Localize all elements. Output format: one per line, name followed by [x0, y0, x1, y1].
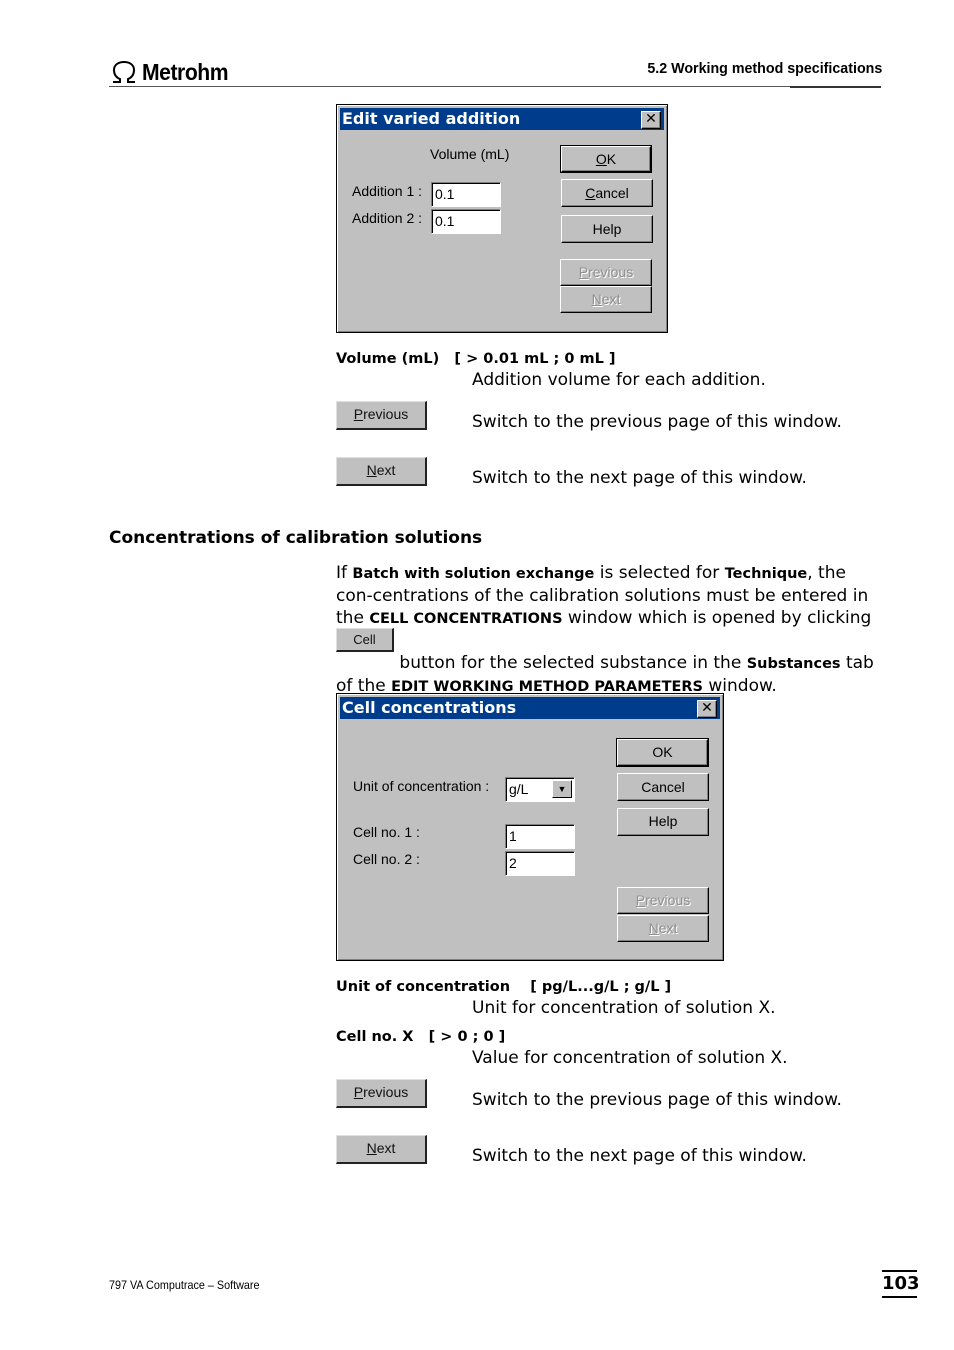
volume-param-label: Volume (mL) [ > 0.01 mL ; 0 mL ] — [336, 351, 616, 367]
cancel-mnemonic: C — [585, 185, 596, 201]
help-button[interactable]: Help — [561, 215, 653, 243]
next-mnemonic: N — [366, 1140, 377, 1156]
dialog-title: Cell concentrations — [342, 698, 517, 717]
section-title: 5.2 Working method specifications — [647, 60, 882, 77]
previous-button[interactable]: Previous — [617, 887, 709, 914]
previous-label: revious — [363, 1084, 409, 1100]
dialog-titlebar: Edit varied addition ✕ — [340, 108, 664, 130]
brand-name: Metrohm — [142, 58, 229, 85]
previous-label: revious — [588, 264, 634, 280]
unit-param-desc: Unit for concentration of solution X. — [472, 998, 776, 1018]
next-label: ext — [376, 462, 396, 478]
cancel-button[interactable]: Cancel — [617, 773, 709, 801]
chevron-down-icon: ▼ — [557, 784, 567, 794]
dialog-titlebar: Cell concentrations ✕ — [340, 697, 720, 719]
cell-1-label: Cell no. 1 : — [353, 824, 420, 840]
page-number: 103 — [882, 1270, 920, 1298]
para-bold-term: CELL CONCENTRATIONS — [369, 611, 563, 627]
previous-mnemonic: P — [353, 1084, 364, 1100]
para-text: is selected for — [594, 563, 725, 583]
addition-2-input[interactable]: 0.1 — [431, 209, 501, 234]
addition-2-label: Addition 2 : — [352, 210, 423, 226]
next-button[interactable]: Next — [617, 915, 709, 942]
ok-label: K — [606, 151, 617, 167]
footer-product: 797 VA Computrace – Software — [109, 1278, 260, 1292]
cell-1-input[interactable]: 1 — [505, 824, 575, 849]
unit-select[interactable]: g/L ▼ — [505, 777, 575, 802]
next-button-illustration: Next — [336, 1135, 427, 1164]
previous-button-illustration: Previous — [336, 1079, 427, 1108]
previous-button-illustration: Previous — [336, 401, 427, 430]
next-label: ext — [601, 291, 621, 307]
ok-mnemonic: O — [595, 151, 607, 167]
para-bold-term: Batch with solution exchange — [352, 566, 595, 582]
previous-desc: Switch to the previous page of this wind… — [472, 1090, 842, 1110]
next-mnemonic: N — [366, 462, 377, 478]
cell-2-label: Cell no. 2 : — [353, 851, 420, 867]
dropdown-arrow-button[interactable]: ▼ — [552, 780, 572, 798]
para-bold-term: Substances — [746, 656, 841, 672]
omega-logo-icon — [112, 60, 136, 83]
cell-button-illustration: Cell — [336, 628, 394, 652]
volume-column-label: Volume (mL) — [430, 146, 510, 162]
previous-button[interactable]: Previous — [560, 259, 652, 286]
unit-label: Unit of concentration : — [353, 778, 490, 794]
previous-mnemonic: P — [635, 892, 646, 908]
next-mnemonic: N — [591, 291, 602, 307]
previous-label: revious — [363, 406, 409, 422]
header-divider-accent — [790, 86, 881, 88]
close-icon: ✕ — [645, 111, 657, 127]
previous-desc: Switch to the previous page of this wind… — [472, 412, 842, 432]
cell-param-desc: Value for concentration of solution X. — [472, 1048, 788, 1068]
next-mnemonic: N — [648, 920, 659, 936]
dialog-title: Edit varied addition — [342, 109, 521, 128]
next-desc: Switch to the next page of this window. — [472, 468, 807, 488]
cancel-button[interactable]: Cancel — [561, 179, 653, 207]
close-icon: ✕ — [701, 700, 713, 716]
metrohm-logo: Metrohm — [109, 58, 236, 86]
ok-button[interactable]: OK — [616, 738, 709, 767]
para-bold-term: Technique — [724, 566, 808, 582]
para-text: If — [336, 563, 353, 583]
help-button[interactable]: Help — [617, 808, 709, 836]
section-paragraph: If Batch with solution exchange is selec… — [336, 562, 881, 698]
addition-1-label: Addition 1 : — [352, 183, 423, 199]
close-button[interactable]: ✕ — [697, 700, 717, 718]
para-text: button for the selected substance in the — [394, 653, 747, 673]
previous-mnemonic: P — [353, 406, 364, 422]
cell-2-input[interactable]: 2 — [505, 851, 575, 876]
previous-mnemonic: P — [578, 264, 589, 280]
next-button[interactable]: Next — [560, 286, 652, 313]
unit-param-label: Unit of concentration [ pg/L...g/L ; g/L… — [336, 979, 672, 995]
cancel-label: ancel — [595, 185, 629, 201]
ok-button[interactable]: OK — [560, 145, 652, 173]
cell-param-label: Cell no. X [ > 0 ; 0 ] — [336, 1029, 506, 1045]
next-button-illustration: Next — [336, 457, 427, 486]
next-label: ext — [376, 1140, 396, 1156]
previous-label: revious — [645, 892, 691, 908]
next-desc: Switch to the next page of this window. — [472, 1146, 807, 1166]
volume-param-desc: Addition volume for each addition. — [472, 370, 766, 390]
cell-concentrations-dialog: Cell concentrations ✕ Unit of concentrat… — [336, 693, 724, 961]
unit-select-value: g/L — [509, 781, 529, 797]
addition-1-input[interactable]: 0.1 — [431, 182, 501, 207]
next-label: ext — [658, 920, 678, 936]
edit-varied-addition-dialog: Edit varied addition ✕ Volume (mL) Addit… — [336, 104, 668, 333]
section-heading: Concentrations of calibration solutions — [109, 528, 483, 548]
header-divider — [109, 86, 881, 87]
close-button[interactable]: ✕ — [641, 111, 661, 129]
